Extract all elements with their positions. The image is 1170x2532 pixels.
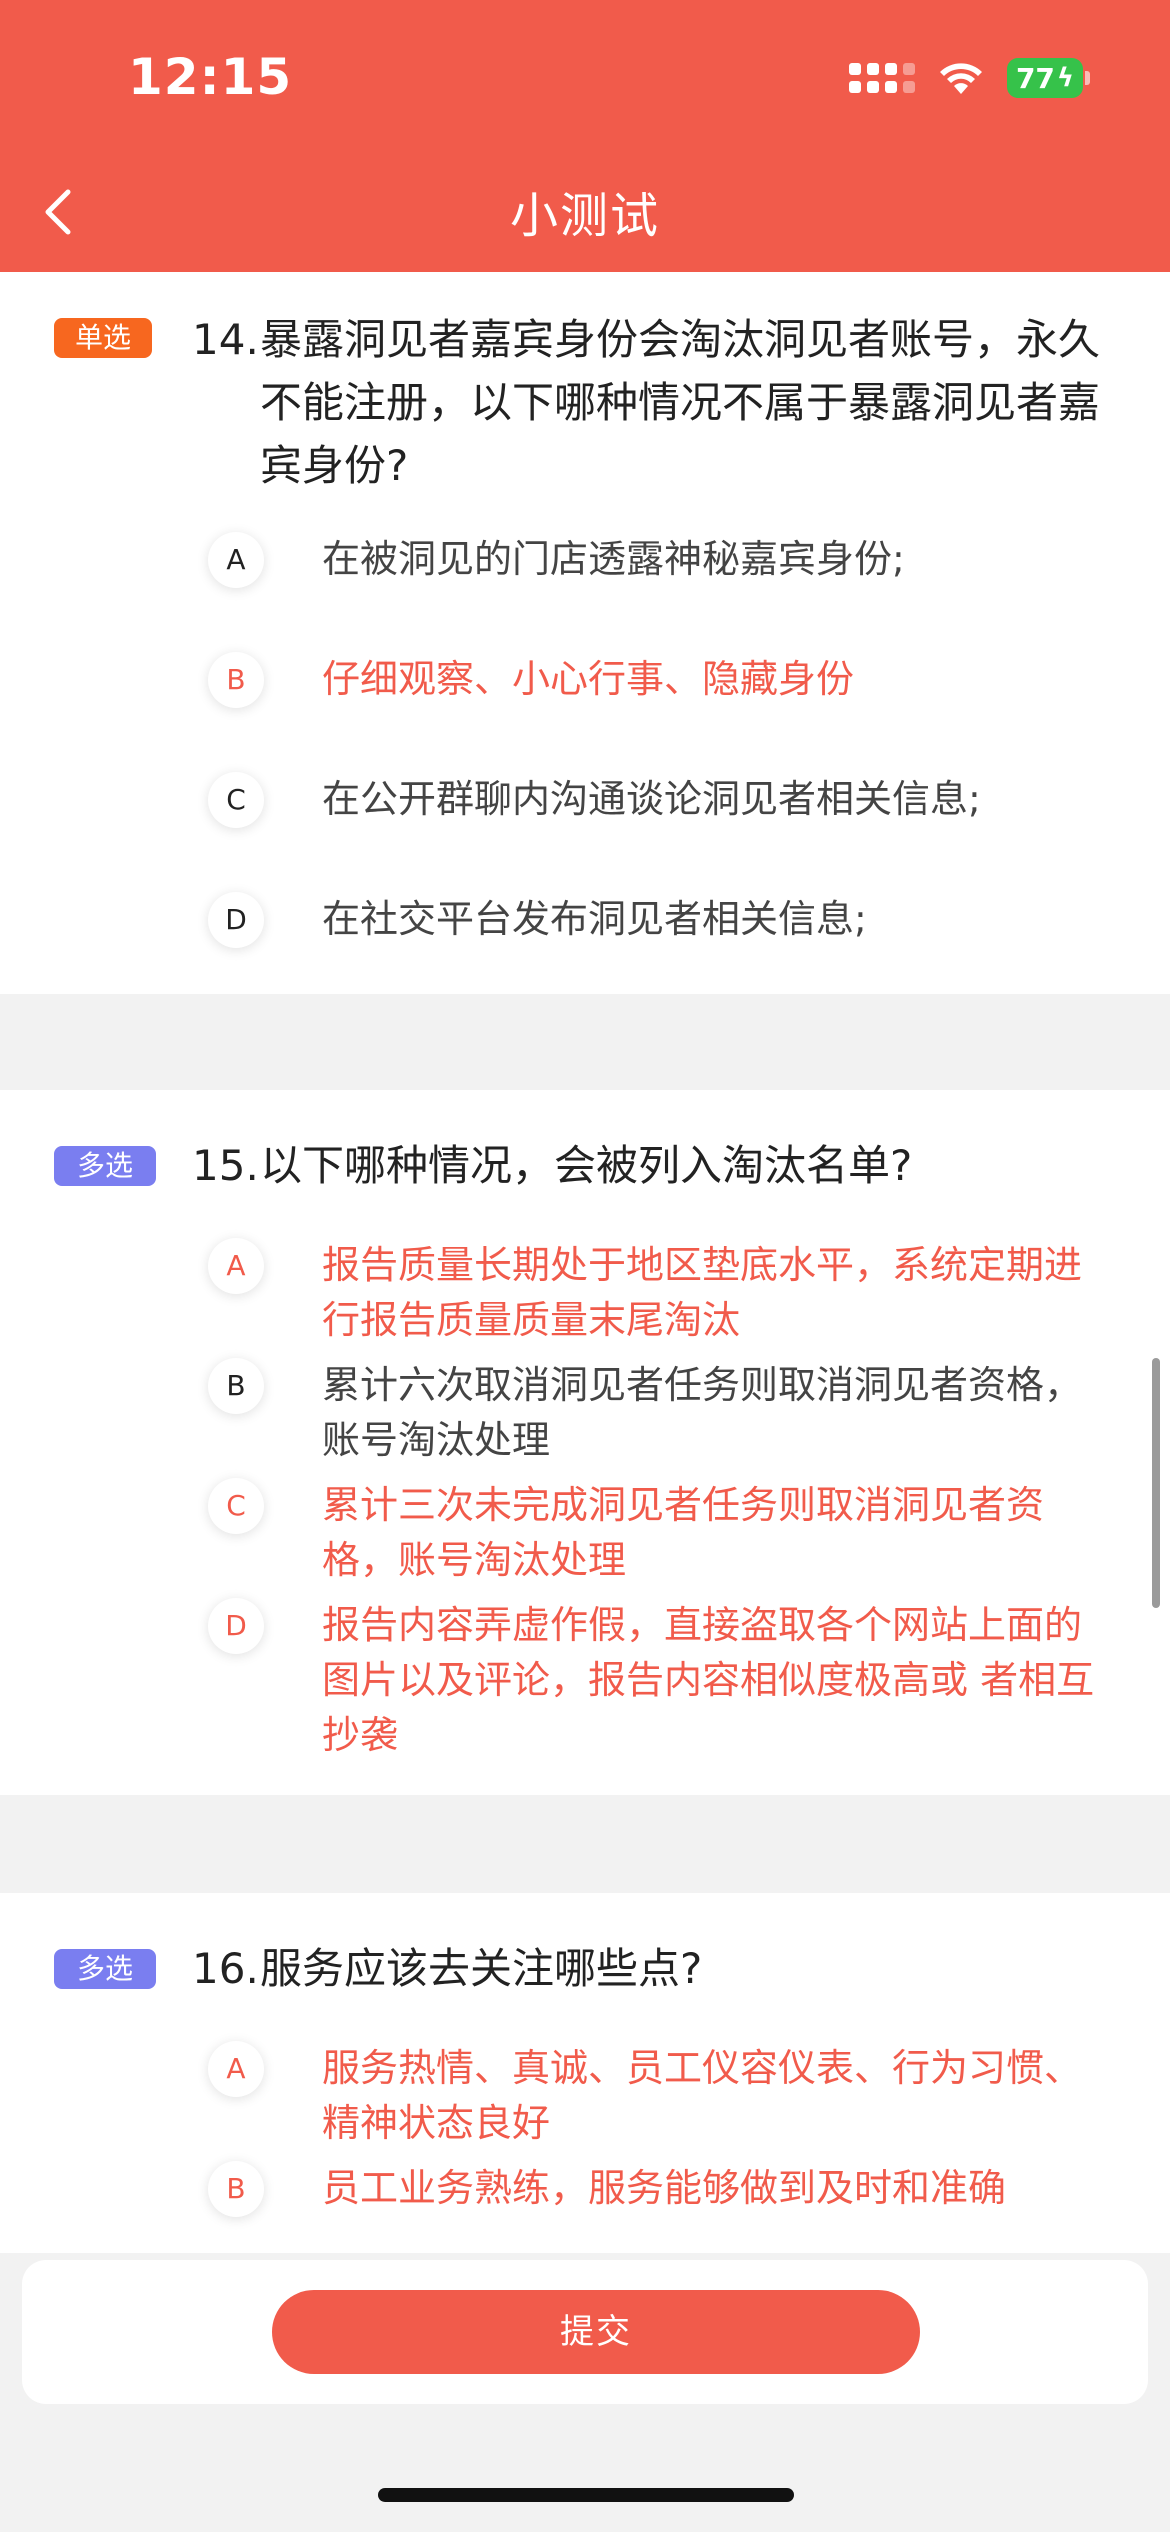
option-letter: B <box>208 652 264 708</box>
option-letter: A <box>208 532 264 588</box>
battery-icon: 77 ϟ <box>1007 58 1090 98</box>
option-letter: D <box>208 1598 264 1654</box>
option-text: 报告质量长期处于地区垫底水平，系统定期进行报告质量质量末尾淘汰 <box>322 1243 1083 1342</box>
header: 12:15 77 ϟ 小测试 <box>0 0 1170 272</box>
question-type-badge: 单选 <box>54 318 152 358</box>
question-body: 服务应该去关注哪些点? <box>260 1944 703 1993</box>
option-text: 报告内容弄虚作假，直接盗取各个网站上面的图片以及评论，报告内容相似度极高或 者相… <box>322 1603 1095 1757</box>
quiz-page: 12:15 77 ϟ 小测试 单选 14. 暴露洞见者嘉宾身份会淘汰洞见者账号，… <box>0 0 1170 2532</box>
question-text: 14. 暴露洞见者嘉宾身份会淘汰洞见者账号，永久不能注册，以下哪种情况不属于暴露… <box>192 308 1102 497</box>
question-text: 16. 服务应该去关注哪些点? <box>192 1937 1102 2000</box>
page-title: 小测试 <box>509 188 660 244</box>
question-body: 暴露洞见者嘉宾身份会淘汰洞见者账号，永久不能注册，以下哪种情况不属于暴露洞见者嘉… <box>260 315 1101 490</box>
option-letter: B <box>208 1358 264 1414</box>
question-number: 16. <box>192 1944 259 1993</box>
submit-button[interactable]: 提交 <box>272 2290 920 2374</box>
option-text: 累计三次未完成洞见者任务则取消洞见者资格，账号淘汰处理 <box>322 1483 1045 1582</box>
question-type-badge: 多选 <box>54 1949 156 1989</box>
option-text: 员工业务熟练，服务能够做到及时和准确 <box>322 2166 1007 2210</box>
option-letter: B <box>208 2161 264 2217</box>
status-time: 12:15 <box>128 48 293 106</box>
option-text: 仔细观察、小心行事、隐藏身份 <box>322 657 855 701</box>
question-number: 14. <box>192 315 259 364</box>
wifi-icon <box>937 60 985 96</box>
option-letter: A <box>208 2041 264 2097</box>
option-text: 累计六次取消洞见者任务则取消洞见者资格，账号淘汰处理 <box>322 1363 1083 1462</box>
question-text: 15. 以下哪种情况，会被列入淘汰名单? <box>192 1134 1102 1197</box>
option-text: 在被洞见的门店透露神秘嘉宾身份; <box>322 537 905 581</box>
option-text: 在公开群聊内沟通谈论洞见者相关信息; <box>322 777 981 821</box>
question-card-15: 多选 15. 以下哪种情况，会被列入淘汰名单? A 报告质量长期处于地区垫底水平… <box>0 1090 1170 1795</box>
home-indicator[interactable] <box>378 2488 794 2502</box>
question-card-16: 多选 16. 服务应该去关注哪些点? A 服务热情、真诚、员工仪容仪表、行为习惯… <box>0 1893 1170 2253</box>
question-number: 15. <box>192 1141 259 1190</box>
option-text: 服务热情、真诚、员工仪容仪表、行为习惯、精神状态良好 <box>322 2046 1083 2145</box>
status-icons: 77 ϟ <box>849 58 1090 98</box>
option-letter: C <box>208 772 264 828</box>
option-text: 在社交平台发布洞见者相关信息; <box>322 897 867 941</box>
battery-level: 77 <box>1015 61 1055 95</box>
question-type-badge: 多选 <box>54 1146 156 1186</box>
signal-icon <box>849 63 915 93</box>
option-letter: C <box>208 1478 264 1534</box>
option-letter: D <box>208 892 264 948</box>
question-card-14: 单选 14. 暴露洞见者嘉宾身份会淘汰洞见者账号，永久不能注册，以下哪种情况不属… <box>0 272 1170 994</box>
scrollbar[interactable] <box>1152 1358 1160 1608</box>
option-letter: A <box>208 1238 264 1294</box>
question-body: 以下哪种情况，会被列入淘汰名单? <box>260 1141 913 1190</box>
submit-panel: 提交 <box>22 2260 1148 2404</box>
